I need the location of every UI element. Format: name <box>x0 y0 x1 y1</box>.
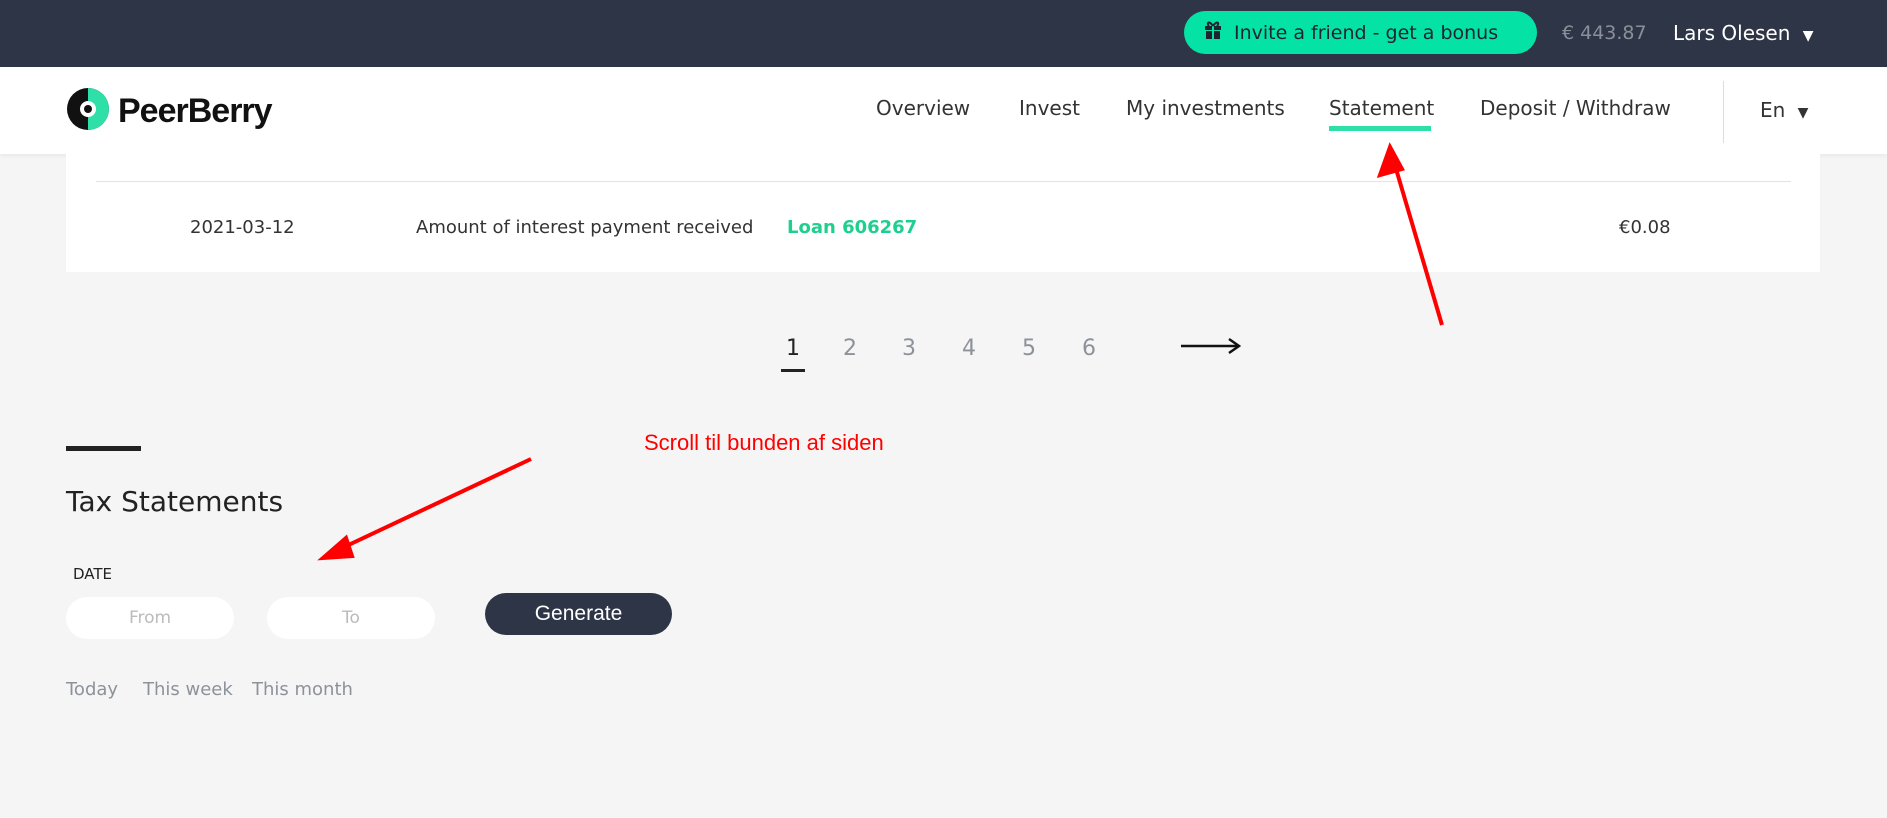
statement-table <box>66 154 1820 272</box>
gift-icon <box>1204 20 1222 45</box>
row-date: 2021-03-12 <box>190 217 295 238</box>
annotation-text: Scroll til bunden af siden <box>644 430 884 455</box>
page-1[interactable]: 1 <box>786 336 800 361</box>
language-selector[interactable]: En ▼ <box>1760 98 1808 122</box>
caret-down-icon: ▼ <box>1802 28 1814 44</box>
logo-icon <box>66 87 110 135</box>
date-to-input[interactable] <box>267 597 435 639</box>
page-5[interactable]: 5 <box>1022 336 1036 361</box>
page-4[interactable]: 4 <box>962 336 976 361</box>
top-bar: Invite a friend - get a bonus € 443.87 L… <box>0 0 1887 67</box>
quick-today[interactable]: Today <box>66 679 118 700</box>
invite-friend-button[interactable]: Invite a friend - get a bonus <box>1184 11 1537 54</box>
nav-deposit-withdraw[interactable]: Deposit / Withdraw <box>1480 96 1671 120</box>
user-name: Lars Olesen <box>1673 21 1791 45</box>
nav-invest[interactable]: Invest <box>1019 96 1080 120</box>
nav-my-investments[interactable]: My investments <box>1126 96 1285 120</box>
page-3[interactable]: 3 <box>902 336 916 361</box>
row-description: Amount of interest payment received <box>416 217 754 238</box>
row-divider <box>96 181 1791 182</box>
language-label: En <box>1760 98 1786 122</box>
generate-button[interactable]: Generate <box>485 593 672 635</box>
nav-divider <box>1723 81 1724 143</box>
next-page-arrow-icon[interactable] <box>1181 336 1242 360</box>
account-balance: € 443.87 <box>1562 22 1647 44</box>
nav-overview[interactable]: Overview <box>876 96 970 120</box>
quick-this-week[interactable]: This week <box>143 679 233 700</box>
quick-this-month[interactable]: This month <box>252 679 353 700</box>
active-nav-indicator <box>1329 126 1431 131</box>
caret-down-icon: ▼ <box>1797 105 1809 121</box>
tax-statements-title: Tax Statements <box>66 485 284 518</box>
page-2[interactable]: 2 <box>843 336 857 361</box>
invite-label: Invite a friend - get a bonus <box>1234 21 1499 44</box>
nav-statement[interactable]: Statement <box>1329 96 1434 120</box>
brand-name: PeerBerry <box>118 91 273 130</box>
row-amount: €0.08 <box>1619 217 1671 238</box>
user-menu[interactable]: Lars Olesen ▼ <box>1673 21 1814 45</box>
red-arrow-icon <box>317 457 532 561</box>
current-page-indicator <box>781 369 805 372</box>
loan-link[interactable]: Loan 606267 <box>787 217 917 238</box>
date-label: DATE <box>73 565 113 583</box>
page-6[interactable]: 6 <box>1082 336 1096 361</box>
peerberry-logo[interactable]: PeerBerry <box>66 87 273 135</box>
date-from-input[interactable] <box>66 597 234 639</box>
section-accent-bar <box>66 446 141 451</box>
